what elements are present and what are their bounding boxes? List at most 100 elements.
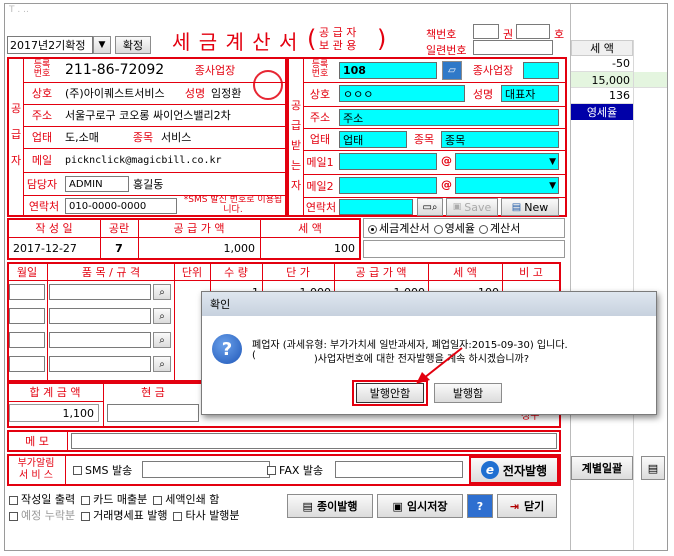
sms-checkbox[interactable]: SMS 발송 (73, 462, 132, 478)
supply-label: 공 급 가 액 (173, 222, 225, 235)
fax-checkbox[interactable]: FAX 발송 (267, 462, 323, 478)
card-sales-checkbox[interactable]: 카드 매출분 (81, 491, 147, 507)
radio-bill[interactable]: 계산서 (478, 220, 520, 236)
print-tax-checkbox[interactable]: 세액인쇄 함 (153, 491, 219, 507)
receiver-reg-no-input[interactable]: 108 (339, 62, 437, 79)
supplier-mail-label: 메일 (31, 154, 53, 167)
temp-save-button[interactable]: ▣ 임시저장 (377, 494, 463, 518)
fax-input[interactable] (335, 461, 463, 478)
search-icon: ⌕ (159, 310, 165, 322)
right-header-tax: 세 액 (571, 40, 633, 56)
folder-open-icon[interactable]: ▱ (442, 61, 462, 80)
supplier-manager-name: 홍길동 (133, 178, 164, 191)
supplier-reg-no-label: 등록 번호 (33, 60, 51, 79)
print-small-button[interactable]: ▤ (641, 456, 665, 480)
cash-input[interactable] (107, 404, 199, 422)
subtitle-block: 공 급 자 보 관 용 (319, 26, 381, 52)
col-note: 비 고 (519, 265, 543, 279)
supplier-item-label: 종목 (132, 131, 154, 144)
new-receiver-button[interactable]: ▤ New (501, 198, 559, 216)
other-issue-checkbox[interactable]: 타사 발행분 (173, 507, 240, 523)
row3-date-input[interactable] (9, 332, 45, 348)
subtitle-paren-left: ( (307, 25, 317, 53)
ho-input[interactable] (516, 24, 550, 39)
chevron-down-icon: ▼ (549, 156, 556, 167)
receiver-mail2-id-input[interactable] (339, 177, 437, 194)
statement-issue-checkbox[interactable]: 거래명세표 발행 (81, 507, 167, 523)
printer-icon: ▤ (302, 499, 313, 513)
receiver-mail2-domain-select[interactable]: ▼ (455, 177, 559, 194)
chevron-down-icon: ▼ (549, 180, 556, 191)
bulk-button[interactable]: 계별일괄 (571, 456, 633, 480)
row1-date-input[interactable] (9, 284, 45, 300)
col-qty: 수 량 (224, 265, 248, 279)
receiver-biz-label: 업태 (309, 133, 331, 146)
receiver-rep-label: 성명 (472, 88, 494, 101)
row1-item-search-button[interactable]: ⌕ (153, 284, 171, 300)
confirm-button[interactable]: 확정 (115, 36, 151, 54)
receiver-biz-input[interactable]: 업태 (339, 131, 407, 148)
receiver-item-input[interactable]: 종목 (441, 131, 559, 148)
tax-amount: 100 (334, 241, 355, 255)
help-button[interactable]: ? (467, 494, 493, 518)
planned-missing-checkbox[interactable]: 예정 누락분 (9, 507, 75, 523)
year-dropdown-button[interactable]: ▼ (93, 36, 111, 54)
search-page-button[interactable]: ▭⌕ (417, 198, 443, 216)
right-value-3: 136 (571, 88, 633, 104)
receiver-side-label: 공급받는자 (291, 99, 302, 192)
receiver-rep-input[interactable]: 대표자 (501, 85, 559, 102)
sms-input[interactable] (142, 461, 270, 478)
cash-label: 현 금 (141, 386, 165, 399)
receiver-item-label: 종목 (413, 133, 435, 146)
receiver-mail2-label: 메일2 (306, 180, 334, 193)
save-receiver-button[interactable]: ▣ Save (446, 198, 498, 216)
supplier-contact-input[interactable]: 010-0000-0000 (65, 198, 177, 214)
row1-item-input[interactable] (49, 284, 151, 300)
col-supply: 공 급 가 액 (355, 265, 407, 279)
row4-item-input[interactable] (49, 356, 151, 372)
receiver-reg-no-label: 등록 번호 (311, 60, 329, 79)
right-badge-zero-rate: 영세율 (571, 104, 633, 120)
row2-item-search-button[interactable]: ⌕ (153, 308, 171, 324)
supplier-mail: picknclick@magicbill.co.kr (65, 154, 222, 166)
radio-tax-invoice[interactable]: 세금계산서 (368, 220, 430, 236)
receiver-addr-input[interactable]: 주소 (339, 109, 559, 126)
receiver-contact-label: 연락처 (305, 201, 337, 214)
supplier-rep-label: 성명 (184, 87, 206, 100)
radio-zero-rate[interactable]: 영세율 (433, 220, 475, 236)
row3-item-search-button[interactable]: ⌕ (153, 332, 171, 348)
mail1-at: @ (441, 154, 452, 167)
close-button[interactable]: ⇥ 닫기 (497, 494, 557, 518)
row3-item-input[interactable] (49, 332, 151, 348)
supplier-name-label: 상호 (31, 87, 53, 100)
col-item: 품 목 / 규 격 (81, 265, 141, 279)
supplier-manager-id-input[interactable]: ADMIN (65, 176, 129, 192)
new-doc-icon: ▤ (511, 201, 522, 213)
receiver-name-input[interactable]: ㅇㅇㅇ (339, 85, 465, 102)
memo-input[interactable] (71, 433, 557, 449)
right-list-panel: 세 액 -50 15,000 136 영세율 계별일괄 ▤ (570, 4, 667, 550)
row2-date-input[interactable] (9, 308, 45, 324)
e-issue-button[interactable]: e 전자발행 (469, 456, 559, 484)
receiver-mail1-domain-select[interactable]: ▼ (455, 153, 559, 170)
serial-input[interactable] (473, 40, 553, 55)
receiver-mail1-id-input[interactable] (339, 153, 437, 170)
receiver-name-label: 상호 (309, 88, 331, 101)
supplier-name: (주)아이퀘스트서비스 (65, 87, 165, 100)
print-date-checkbox[interactable]: 작성일 출력 (9, 491, 75, 507)
col-price: 단 가 (286, 265, 310, 279)
mail2-at: @ (441, 178, 452, 191)
ho-label: 호 (554, 28, 565, 41)
supplier-rep: 임정환 (211, 87, 242, 100)
e-logo-icon: e (480, 461, 499, 479)
row2-item-input[interactable] (49, 308, 151, 324)
row4-date-input[interactable] (9, 356, 45, 372)
year-period-select[interactable]: 2017년2기확정 (7, 36, 93, 54)
receiver-contact-input[interactable] (339, 199, 413, 215)
tax-label: 세 액 (298, 222, 322, 235)
row4-item-search-button[interactable]: ⌕ (153, 356, 171, 372)
book-no-input[interactable] (473, 24, 499, 39)
receiver-branch-input[interactable] (523, 62, 559, 79)
paper-issue-button[interactable]: ▤ 종이발행 (287, 494, 373, 518)
options-row2: 예정 누락분 거래명세표 발행 타사 발행분 (9, 507, 240, 523)
